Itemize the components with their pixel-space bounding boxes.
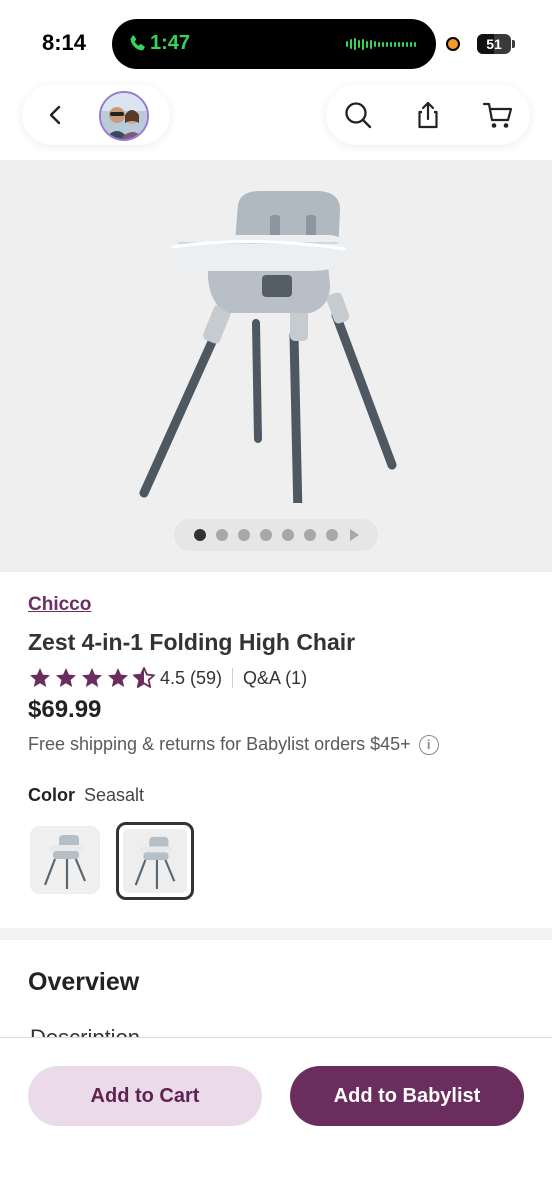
- image-pager[interactable]: [174, 519, 378, 551]
- call-timer: 1:47: [150, 32, 191, 54]
- divider: [232, 668, 234, 688]
- phone-icon: [130, 35, 145, 51]
- pager-dot[interactable]: [237, 529, 250, 541]
- color-value: Seasalt: [84, 785, 145, 805]
- pager-dot[interactable]: [215, 529, 228, 541]
- star-icon: [56, 668, 76, 687]
- pager-dot[interactable]: [281, 529, 294, 541]
- status-time: 8:14: [42, 30, 87, 55]
- avatar[interactable]: [99, 91, 149, 141]
- product-image-gallery[interactable]: [0, 160, 552, 572]
- pager-dot[interactable]: [259, 529, 272, 541]
- qa-link[interactable]: Q&A (1): [243, 668, 307, 689]
- back-button[interactable]: [36, 95, 76, 135]
- cart-icon: [482, 102, 513, 128]
- star-icon: [108, 668, 128, 687]
- dynamic-island-call[interactable]: 1:47: [112, 19, 436, 69]
- pager-dot[interactable]: [193, 529, 206, 541]
- info-icon[interactable]: i: [418, 734, 439, 755]
- pager-dot[interactable]: [325, 529, 338, 541]
- search-button[interactable]: [338, 95, 378, 135]
- bottom-action-bar: Add to Cart Add to Babylist: [0, 1037, 552, 1200]
- add-to-babylist-button[interactable]: Add to Babylist: [290, 1066, 524, 1126]
- share-button[interactable]: [408, 95, 448, 135]
- star-rating: [28, 666, 156, 690]
- nav-right-group: [326, 85, 530, 145]
- color-swatch-selected[interactable]: [116, 822, 194, 900]
- shipping-text: Free shipping & returns for Babylist ord…: [28, 734, 411, 754]
- product-price: $69.99: [28, 696, 102, 723]
- cart-button[interactable]: [478, 95, 518, 135]
- privacy-indicator-dot: [446, 37, 460, 51]
- color-selection: Color Seasalt: [28, 785, 144, 806]
- nav-left-group: [22, 85, 170, 145]
- overview-heading: Overview: [28, 968, 140, 996]
- search-icon: [345, 102, 372, 129]
- shipping-info: Free shipping & returns for Babylist ord…: [28, 734, 439, 755]
- brand-link[interactable]: Chicco: [28, 594, 91, 616]
- star-icon: [82, 668, 102, 687]
- rating-summary[interactable]: 4.5 (59): [160, 668, 222, 689]
- high-chair-thumbnail: [134, 836, 176, 889]
- status-bar: 8:14 1:47 51: [0, 0, 552, 80]
- share-icon: [418, 101, 438, 129]
- add-to-cart-button[interactable]: Add to Cart: [28, 1066, 262, 1126]
- waveform-icon: [346, 37, 416, 51]
- high-chair-image: [139, 191, 397, 503]
- battery-icon: 51: [477, 34, 511, 54]
- high-chair-thumbnail: [43, 835, 87, 889]
- section-divider: [0, 928, 552, 940]
- avatar-photo: [101, 93, 147, 139]
- play-icon[interactable]: [349, 529, 359, 541]
- battery-level: 51: [486, 36, 502, 52]
- product-title: Zest 4-in-1 Folding High Chair: [28, 629, 356, 655]
- pager-dot[interactable]: [303, 529, 316, 541]
- color-label: Color: [28, 785, 75, 805]
- chevron-left-icon: [49, 105, 61, 125]
- rating-row[interactable]: 4.5 (59) Q&A (1): [28, 665, 307, 691]
- color-swatch[interactable]: [30, 826, 100, 894]
- description-heading[interactable]: Description: [30, 1024, 140, 1038]
- half-star-icon: [133, 667, 155, 688]
- star-icon: [30, 668, 50, 687]
